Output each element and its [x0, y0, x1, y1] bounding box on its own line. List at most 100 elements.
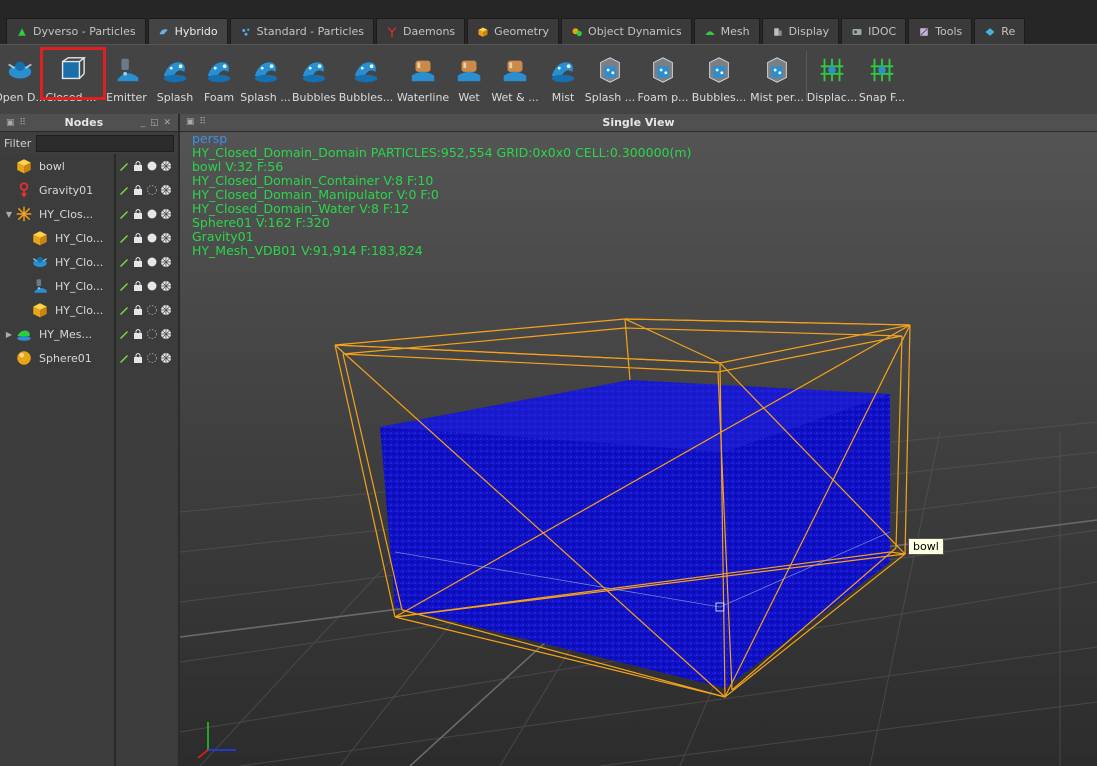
bubbles-per-button[interactable]: Bubbles... [690, 45, 748, 115]
panel-menu-icon[interactable]: ▣ ⠿ [6, 118, 27, 128]
filter-input[interactable] [36, 134, 174, 152]
mist-icon [545, 53, 581, 87]
tab-label: Tools [935, 25, 963, 38]
visibility-dotted-icon[interactable] [146, 304, 158, 316]
edit-toggle-icon[interactable] [118, 208, 130, 220]
visibility-solid-icon[interactable] [146, 232, 158, 244]
lock-icon[interactable] [132, 208, 144, 220]
edit-toggle-icon[interactable] [118, 232, 130, 244]
splash-secondary-button[interactable]: Splash ... [239, 45, 292, 115]
bubbles-button[interactable]: Bubbles [292, 45, 336, 115]
lock-icon[interactable] [132, 280, 144, 292]
viewport-panel[interactable]: ▣ ⠿ Single View persp HY_Closed_Domain_D… [180, 114, 1097, 766]
hud-stat-line: Gravity01 [192, 229, 254, 244]
node-row[interactable]: bowl [0, 154, 178, 178]
expand-toggle-icon[interactable]: ▼ [4, 210, 14, 219]
visibility-solid-icon[interactable] [146, 256, 158, 268]
foam-icon [201, 53, 237, 87]
lock-icon[interactable] [132, 256, 144, 268]
lock-icon[interactable] [132, 304, 144, 316]
node-row[interactable]: Sphere01 [0, 346, 178, 370]
node-row[interactable]: ▶ HY_Mes... [0, 322, 178, 346]
tab-standard-particles[interactable]: Standard - Particles [229, 18, 375, 44]
node-list: bowl Gravity01 ▼ HY_Clos... HY_Clo... HY_Clo.… [0, 154, 178, 370]
closed-domain-button[interactable]: Closed ... [40, 45, 106, 115]
tab-object-dynamics[interactable]: Object Dynamics [561, 18, 692, 44]
geometry-icon [477, 26, 489, 38]
tab-hybrido[interactable]: Hybrido [147, 18, 228, 44]
snap-icon [864, 53, 900, 87]
render-globe-icon[interactable] [160, 184, 172, 196]
edit-toggle-icon[interactable] [118, 256, 130, 268]
edit-toggle-icon[interactable] [118, 184, 130, 196]
visibility-dotted-icon[interactable] [146, 328, 158, 340]
node-row[interactable]: ▼ HY_Clos... [0, 202, 178, 226]
lock-icon[interactable] [132, 352, 144, 364]
tab-label: Standard - Particles [256, 25, 365, 38]
shelf-button-label: Snap F... [858, 91, 906, 104]
splash-button[interactable]: Splash [151, 45, 199, 115]
tab-tools[interactable]: Tools [908, 18, 973, 44]
edit-toggle-icon[interactable] [118, 352, 130, 364]
tab-dyverso-particles[interactable]: Dyverso - Particles [6, 18, 146, 44]
snap-button[interactable]: Snap F... [857, 45, 907, 115]
lock-icon[interactable] [132, 328, 144, 340]
visibility-solid-icon[interactable] [146, 280, 158, 292]
foam-per-button[interactable]: Foam p... [636, 45, 690, 115]
node-column-divider[interactable] [114, 154, 116, 766]
emitter-button[interactable]: Emitter [102, 45, 151, 115]
edit-toggle-icon[interactable] [118, 304, 130, 316]
foam-button[interactable]: Foam [199, 45, 239, 115]
edit-toggle-icon[interactable] [118, 328, 130, 340]
open-domain-icon [2, 53, 38, 87]
mist-per-button[interactable]: Mist per... [748, 45, 806, 115]
lock-icon[interactable] [132, 232, 144, 244]
render-globe-icon[interactable] [160, 208, 172, 220]
node-row[interactable]: HY_Clo... [0, 274, 178, 298]
render-globe-icon[interactable] [160, 304, 172, 316]
render-globe-icon[interactable] [160, 256, 172, 268]
tab-label: Display [788, 25, 830, 38]
domain-star-icon [14, 204, 34, 224]
node-row[interactable]: HY_Clo... [0, 226, 178, 250]
node-flags [118, 256, 172, 268]
water-emitter-icon [30, 276, 50, 296]
render-globe-icon[interactable] [160, 328, 172, 340]
tab-geometry[interactable]: Geometry [467, 18, 560, 44]
wet-button[interactable]: Wet [450, 45, 488, 115]
render-globe-icon[interactable] [160, 232, 172, 244]
visibility-dotted-icon[interactable] [146, 352, 158, 364]
visibility-solid-icon[interactable] [146, 208, 158, 220]
render-globe-icon[interactable] [160, 160, 172, 172]
node-row[interactable]: HY_Clo... [0, 250, 178, 274]
lock-icon[interactable] [132, 160, 144, 172]
shelf-tab-bar: Dyverso - Particles Hybrido Standard - Par… [0, 0, 1097, 44]
splash-per-button[interactable]: Splash ... [584, 45, 636, 115]
waterline-button[interactable]: Waterline [396, 45, 450, 115]
node-row[interactable]: HY_Clo... [0, 298, 178, 322]
daemons-icon [386, 26, 398, 38]
visibility-dotted-icon[interactable] [146, 184, 158, 196]
edit-toggle-icon[interactable] [118, 160, 130, 172]
expand-toggle-icon[interactable]: ▶ [4, 330, 14, 339]
tab-label: Geometry [494, 25, 550, 38]
tab-mesh[interactable]: Mesh [693, 18, 760, 44]
bubbles-secondary-button[interactable]: Bubbles... [336, 45, 396, 115]
open-domain-button[interactable]: Open D... [0, 45, 46, 115]
mist-button[interactable]: Mist [542, 45, 584, 115]
edit-toggle-icon[interactable] [118, 280, 130, 292]
lock-icon[interactable] [132, 184, 144, 196]
panel-float-close-icon[interactable]: _ ◱ ✕ [141, 118, 172, 128]
render-globe-icon[interactable] [160, 280, 172, 292]
node-flags [118, 232, 172, 244]
tab-render[interactable]: Re [974, 18, 1026, 44]
tab-label: Dyverso - Particles [33, 25, 136, 38]
displacement-button[interactable]: Displac... [807, 45, 857, 115]
tab-idoc[interactable]: IDOC [841, 18, 907, 44]
node-row[interactable]: Gravity01 [0, 178, 178, 202]
tab-display[interactable]: Display [761, 18, 840, 44]
render-globe-icon[interactable] [160, 352, 172, 364]
wet-and-button[interactable]: Wet & ... [488, 45, 542, 115]
visibility-solid-icon[interactable] [146, 160, 158, 172]
tab-daemons[interactable]: Daemons [376, 18, 466, 44]
